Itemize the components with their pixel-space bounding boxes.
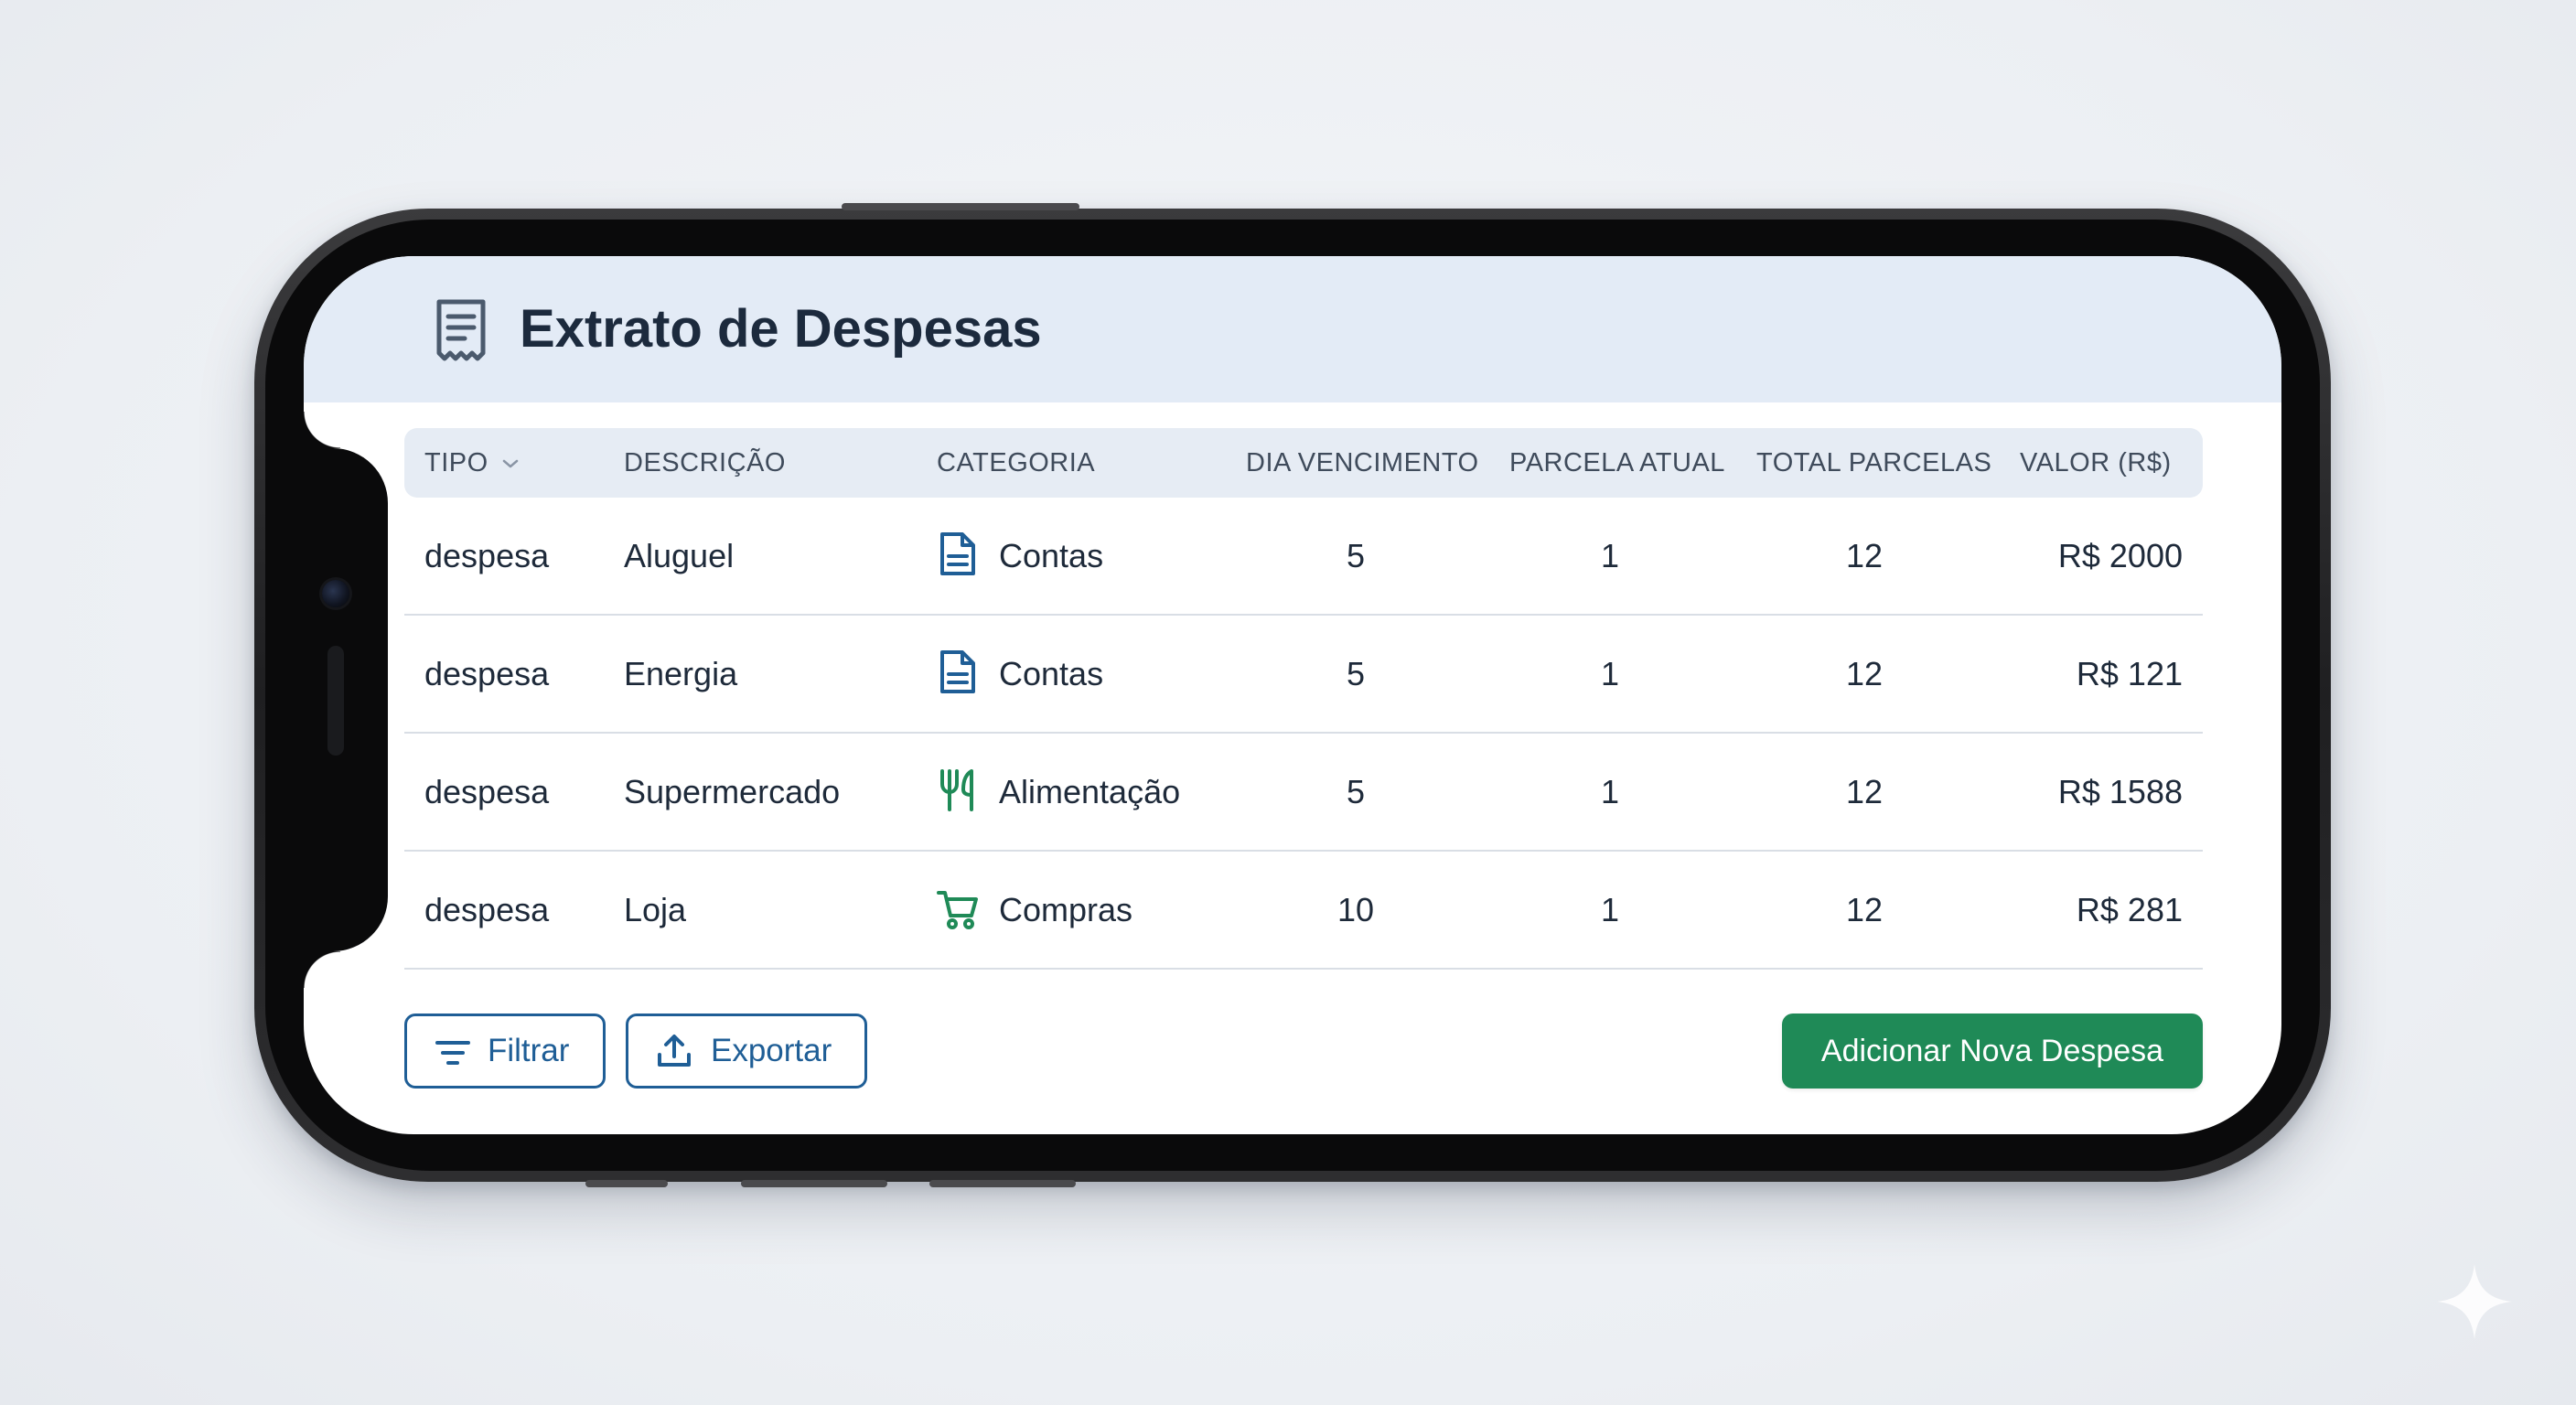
- cell-descricao: Aluguel: [624, 537, 735, 574]
- cell-valor: R$ 121: [2076, 655, 2183, 692]
- cell-categoria: Alimentação: [937, 734, 1180, 850]
- sparkle-icon: [2437, 1264, 2512, 1339]
- phone-bottom-button-3: [929, 1180, 1076, 1187]
- app-header: Extrato de Despesas: [304, 256, 2281, 402]
- cell-categoria-label: Contas: [999, 537, 1104, 574]
- phone-notch: [304, 412, 388, 988]
- column-header-tipo[interactable]: TIPO: [424, 428, 520, 498]
- cell-total-parcelas: 12: [1845, 537, 1884, 574]
- cell-categoria-label: Compras: [999, 891, 1133, 928]
- cell-parcela-atual: 1: [1600, 655, 1620, 692]
- filter-button[interactable]: Filtrar: [404, 1014, 606, 1089]
- table-header: TIPO DESCRIÇÃO CATEGORIA DIA VENCIMENTO …: [404, 428, 2203, 498]
- cell-descricao: Supermercado: [624, 773, 841, 810]
- chevron-down-icon[interactable]: [501, 458, 520, 469]
- column-header-parcela-atual[interactable]: PARCELA ATUAL: [1509, 428, 1725, 498]
- table-row[interactable]: despesa Loja Compras 10 1 12 R$ 281: [404, 852, 2203, 970]
- phone-bottom-button-2: [741, 1180, 887, 1187]
- upload-icon: [658, 1035, 691, 1067]
- cell-parcela-atual: 1: [1600, 537, 1620, 574]
- export-button[interactable]: Exportar: [626, 1014, 867, 1089]
- document-icon: [940, 650, 975, 694]
- table-row[interactable]: despesa Energia Contas 5 1 12 R$ 121: [404, 616, 2203, 734]
- page-title: Extrato de Despesas: [520, 299, 1042, 359]
- cell-dia-vencimento: 10: [1336, 891, 1375, 928]
- table-row[interactable]: despesa Aluguel Contas 5 1 12 R$ 2000: [404, 498, 2203, 616]
- cell-descricao: Loja: [624, 891, 687, 928]
- table-row[interactable]: despesa Supermercado Alimentação 5 1 12 …: [404, 734, 2203, 852]
- column-header-valor[interactable]: VALOR (R$): [2020, 428, 2172, 498]
- utensils-icon: [940, 769, 973, 812]
- export-button-label: Exportar: [711, 1033, 832, 1068]
- cell-parcela-atual: 1: [1600, 773, 1620, 810]
- phone-bottom-button-1: [585, 1180, 668, 1187]
- phone-screen: Extrato de Despesas TIPO DESCRIÇÃO CATEG…: [304, 256, 2281, 1134]
- cart-icon: [937, 891, 978, 930]
- earpiece-speaker: [327, 646, 344, 756]
- cell-valor: R$ 281: [2076, 891, 2183, 928]
- cell-total-parcelas: 12: [1845, 655, 1884, 692]
- column-header-descricao[interactable]: DESCRIÇÃO: [624, 428, 786, 498]
- cell-total-parcelas: 12: [1845, 891, 1884, 928]
- cell-categoria: Compras: [937, 852, 1132, 968]
- expenses-table: TIPO DESCRIÇÃO CATEGORIA DIA VENCIMENTO …: [404, 428, 2203, 970]
- phone-top-button: [842, 203, 1079, 210]
- cell-categoria: Contas: [937, 616, 1103, 732]
- add-expense-button[interactable]: Adicionar Nova Despesa: [1782, 1014, 2203, 1089]
- column-header-dia-vencimento[interactable]: DIA VENCIMENTO: [1246, 428, 1479, 498]
- cell-tipo: despesa: [424, 537, 550, 574]
- cell-valor: R$ 2000: [2057, 537, 2183, 574]
- document-icon: [940, 532, 975, 576]
- cell-dia-vencimento: 5: [1346, 655, 1366, 692]
- cell-total-parcelas: 12: [1845, 773, 1884, 810]
- cell-dia-vencimento: 5: [1346, 773, 1366, 810]
- filter-icon: [435, 1041, 470, 1065]
- cell-categoria-label: Alimentação: [999, 773, 1181, 810]
- cell-parcela-atual: 1: [1600, 891, 1620, 928]
- receipt-icon: [436, 299, 486, 361]
- cell-descricao: Energia: [624, 655, 738, 692]
- cell-categoria: Contas: [937, 498, 1103, 614]
- cell-valor: R$ 1588: [2057, 773, 2183, 810]
- cell-tipo: despesa: [424, 891, 550, 928]
- camera-lens: [322, 580, 349, 607]
- cell-tipo: despesa: [424, 773, 550, 810]
- cell-tipo: despesa: [424, 655, 550, 692]
- column-header-categoria[interactable]: CATEGORIA: [937, 428, 1095, 498]
- column-header-tipo-label: TIPO: [424, 448, 488, 477]
- cell-dia-vencimento: 5: [1346, 537, 1366, 574]
- filter-button-label: Filtrar: [488, 1033, 570, 1068]
- cell-categoria-label: Contas: [999, 655, 1104, 692]
- column-header-total-parcelas[interactable]: TOTAL PARCELAS: [1756, 428, 1991, 498]
